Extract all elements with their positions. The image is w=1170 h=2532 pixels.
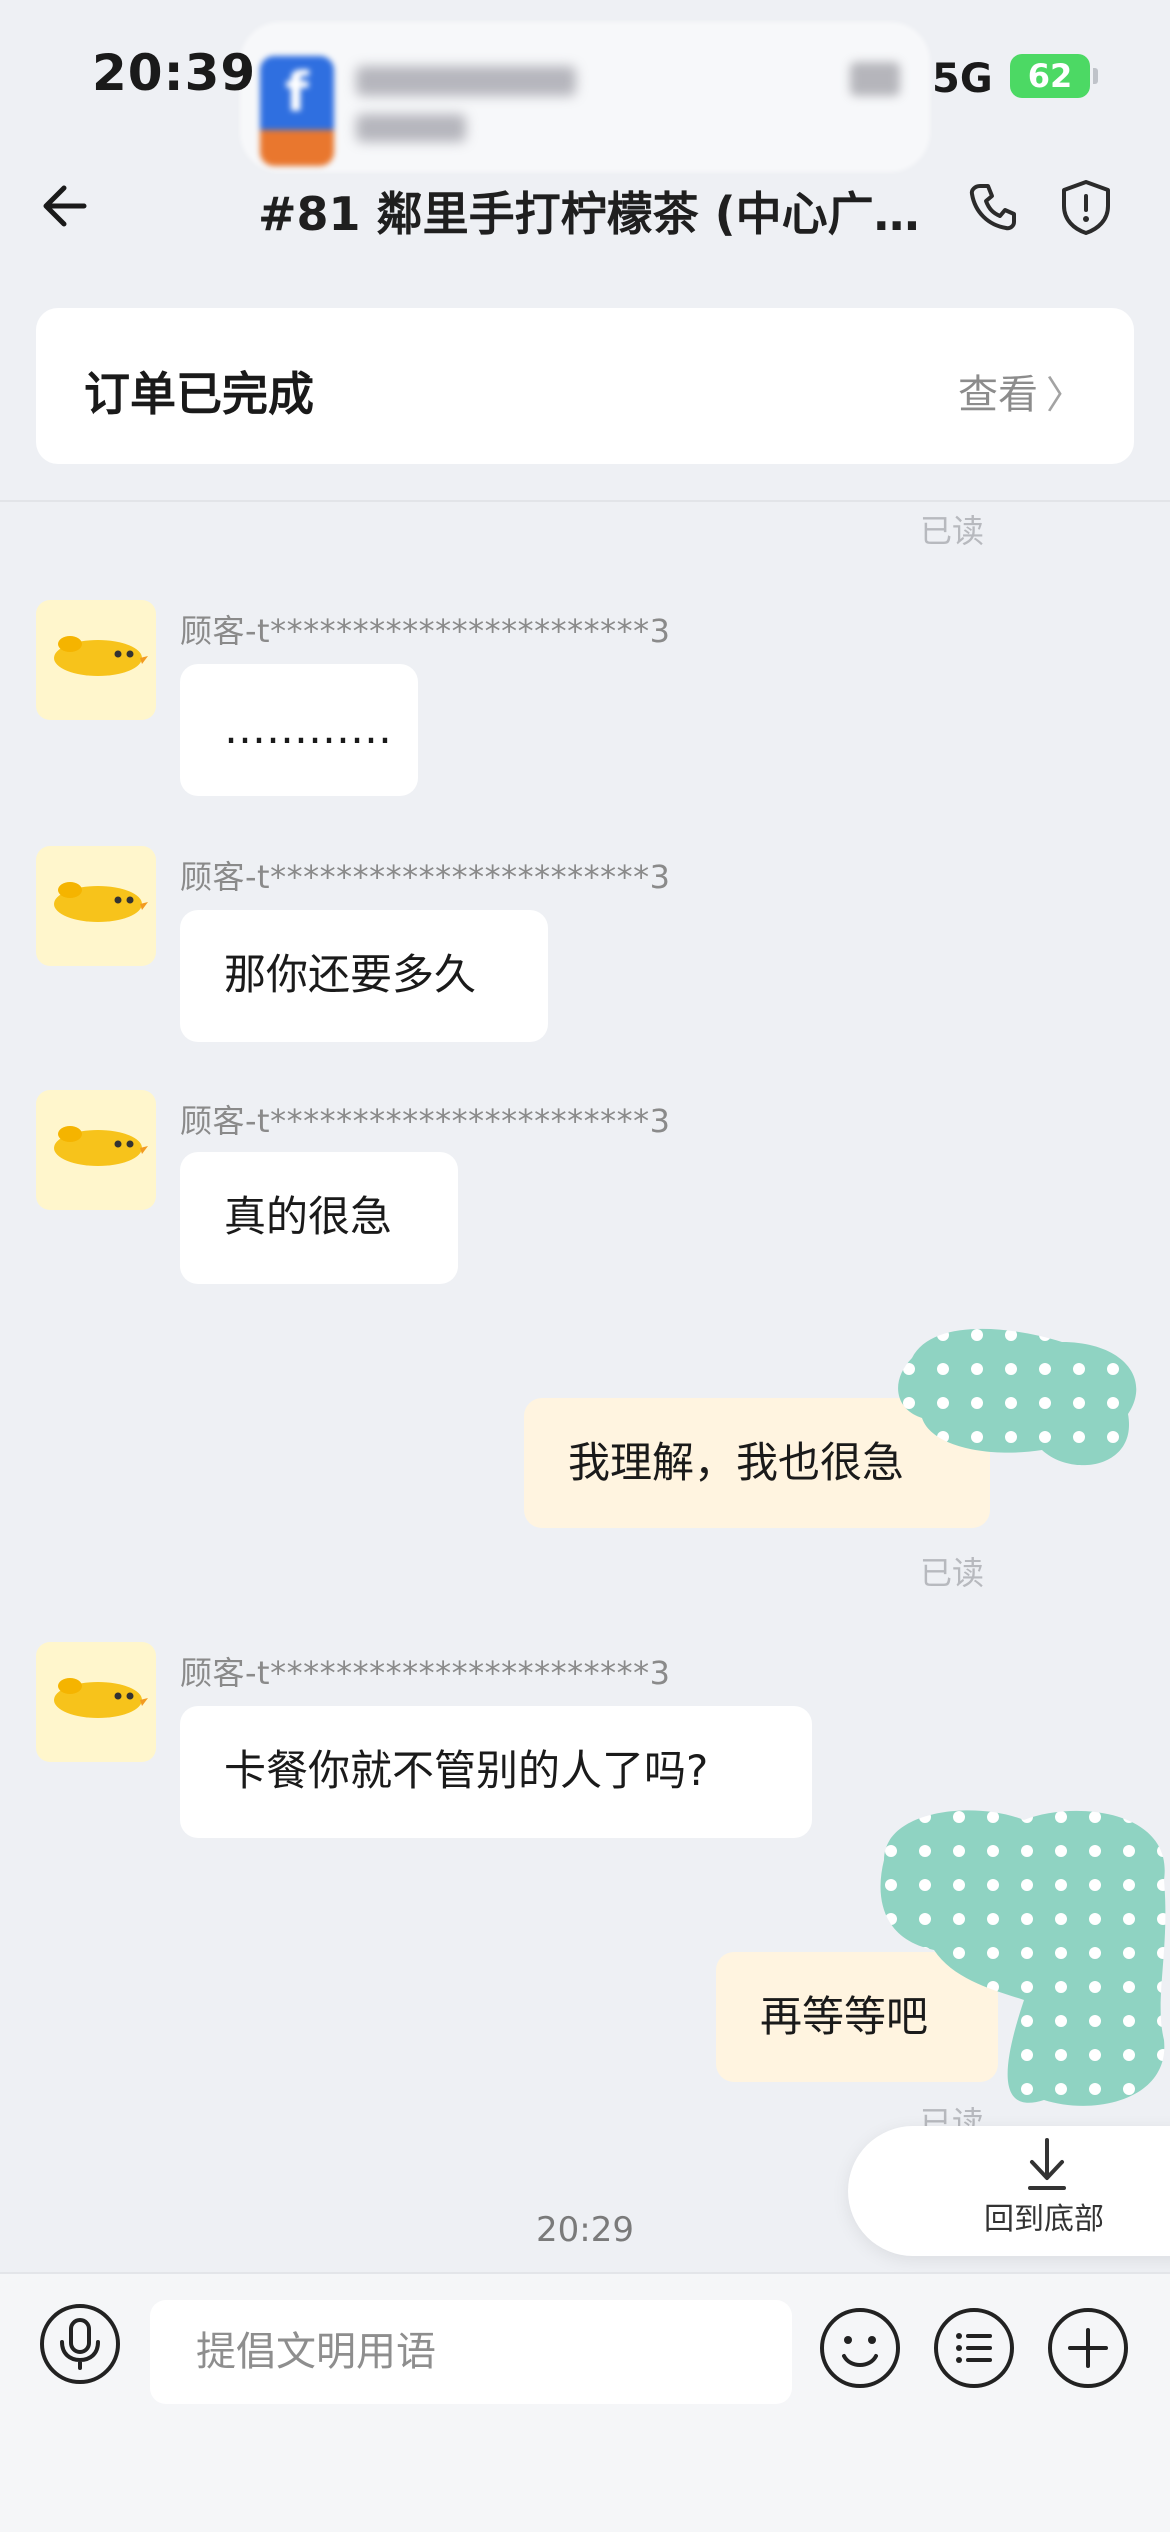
read-receipt: 已读 <box>920 512 985 550</box>
divider <box>0 500 1170 502</box>
shield-icon[interactable] <box>1058 178 1114 236</box>
sender-name: 顾客-t***********************3 <box>180 1102 671 1140</box>
notification-blurred-title <box>356 66 576 96</box>
signal-icon <box>850 62 900 96</box>
status-bar: f 20:39 5G 62 <box>0 0 1170 172</box>
emoji-icon[interactable] <box>818 2306 902 2390</box>
sender-name: 顾客-t***********************3 <box>180 612 671 650</box>
customer-avatar[interactable] <box>36 600 156 720</box>
sender-name: 顾客-t***********************3 <box>180 858 671 896</box>
chat-title: #81 鄰里手打柠檬茶 (中心广… <box>258 187 918 238</box>
order-status-text: 订单已完成 <box>84 367 314 421</box>
order-view-link[interactable]: 查看〉 <box>958 362 1084 420</box>
sender-name: 顾客-t***********************3 <box>180 1654 671 1692</box>
microphone-icon[interactable] <box>38 2302 122 2386</box>
message-bubble[interactable]: 那你还要多久 <box>180 910 548 1042</box>
message-input[interactable]: 提倡文明用语 <box>150 2300 792 2404</box>
plus-icon[interactable] <box>1046 2306 1130 2390</box>
notification-banner[interactable] <box>240 22 930 172</box>
read-receipt: 已读 <box>920 1554 985 1592</box>
privacy-sticker <box>880 1810 1166 2106</box>
back-arrow-icon[interactable] <box>36 176 96 236</box>
customer-avatar[interactable] <box>36 1642 156 1762</box>
order-status-card[interactable]: 订单已完成 查看〉 <box>36 308 1134 464</box>
network-type: 5G <box>932 56 993 102</box>
customer-avatar[interactable] <box>36 1090 156 1210</box>
notification-blurred-text <box>356 114 466 142</box>
notification-app-icon: f <box>260 56 334 166</box>
order-view-label: 查看 <box>957 372 1038 418</box>
customer-avatar[interactable] <box>36 846 156 966</box>
message-bubble[interactable]: ………… <box>180 664 418 796</box>
message-timestamp: 20:29 <box>536 2210 634 2250</box>
chevron-right-icon: 〉 <box>1045 373 1084 417</box>
phone-icon[interactable] <box>966 180 1020 234</box>
quick-reply-list-icon[interactable] <box>932 2306 1016 2390</box>
arrow-down-icon <box>1028 2138 1066 2190</box>
privacy-sticker <box>898 1328 1137 1466</box>
status-time: 20:39 <box>92 44 257 102</box>
battery-icon: 62 <box>1010 54 1098 98</box>
message-bubble[interactable]: 真的很急 <box>180 1152 458 1284</box>
message-bubble[interactable]: 卡餐你就不管别的人了吗? <box>180 1706 812 1838</box>
